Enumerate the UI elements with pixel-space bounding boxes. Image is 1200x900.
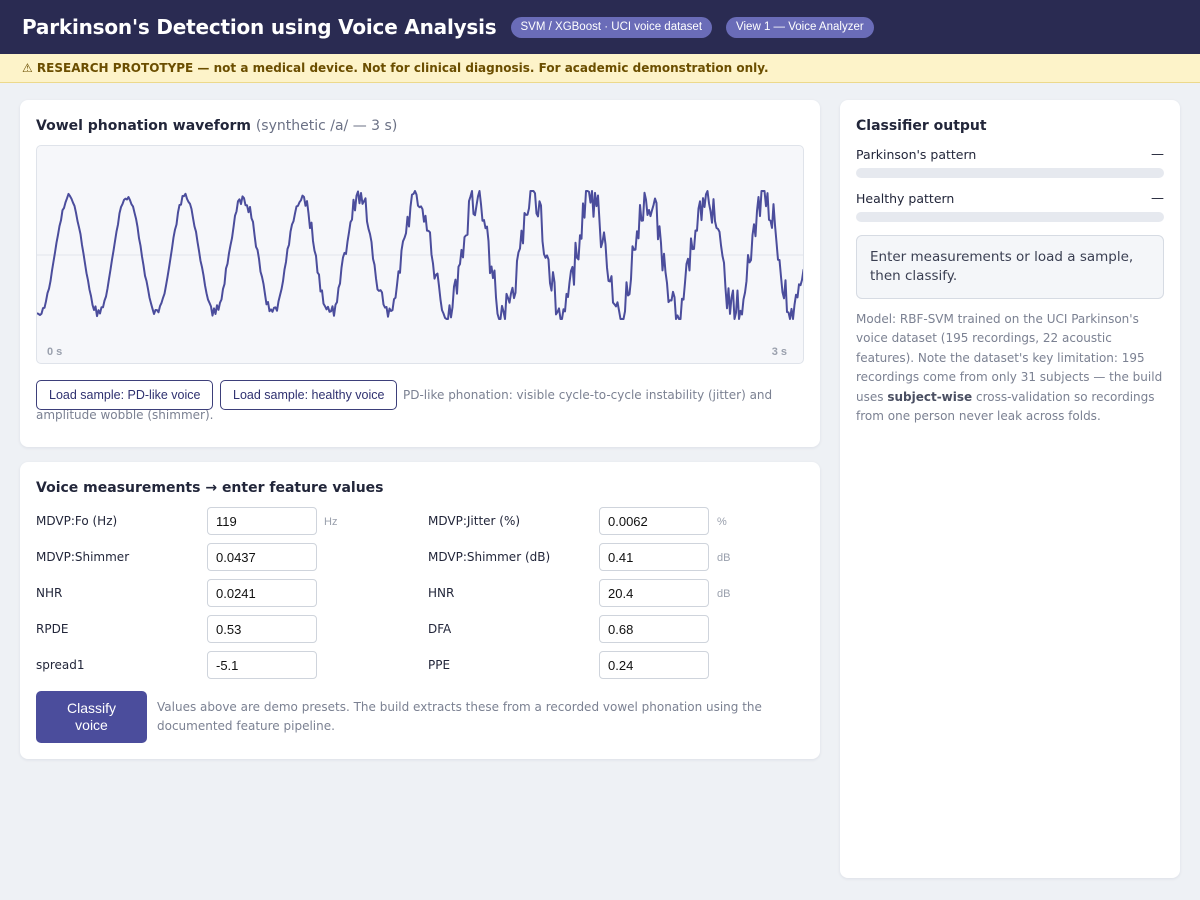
hnr-label: HNR (428, 586, 455, 600)
axis-end-label: 3 s (771, 346, 787, 358)
ppe-label: PPE (428, 658, 451, 672)
waveform-plot: 0 s 3 s (36, 145, 804, 364)
waveform-card: Vowel phonation waveform (synthetic /a/ … (20, 100, 820, 447)
dfa-input[interactable] (599, 615, 709, 643)
rpde-input[interactable] (207, 615, 317, 643)
shimmer-db-unit: dB (717, 552, 731, 564)
spread1-label: spread1 (36, 658, 85, 672)
pd-pattern-label: Parkinson's pattern (856, 147, 977, 162)
ppe-input[interactable] (599, 651, 709, 679)
research-disclaimer: ⚠ RESEARCH PROTOTYPE — not a medical dev… (0, 54, 1200, 83)
app-title: Parkinson's Detection using Voice Analys… (22, 15, 497, 39)
dfa-label: DFA (428, 622, 452, 636)
shimmer-db-label: MDVP:Shimmer (dB) (428, 550, 551, 564)
model-note: Model: RBF-SVM trained on the UCI Parkin… (856, 310, 1166, 426)
shimmer-input[interactable] (207, 543, 317, 571)
spread1-input[interactable] (207, 651, 317, 679)
jitter-unit: % (717, 516, 727, 528)
axis-start-label: 0 s (47, 346, 63, 358)
fo-input[interactable] (207, 507, 317, 535)
pd-pattern-value: — (1151, 147, 1164, 162)
healthy-pattern-label: Healthy pattern (856, 191, 955, 206)
measurements-card: Voice measurements → enter feature value… (20, 462, 820, 759)
shimmer-db-input[interactable] (599, 543, 709, 571)
output-title: Classifier output (856, 118, 987, 134)
healthy-pattern-value: — (1151, 191, 1164, 206)
classify-note: Values above are demo presets. The build… (157, 700, 762, 733)
model-badge: SVM / XGBoost · UCI voice dataset (510, 16, 713, 38)
view-badge: View 1 — Voice Analyzer (726, 16, 874, 38)
fo-unit: Hz (324, 516, 338, 528)
load-pd-sample-button[interactable]: Load sample: PD-like voice (36, 380, 214, 410)
waveform-subtitle: (synthetic /a/ — 3 s) (255, 118, 398, 134)
waveform-title: Vowel phonation waveform (synthetic /a/ … (36, 118, 397, 134)
top-bar: Parkinson's Detection using Voice Analys… (0, 0, 1200, 54)
result-message: Enter measurements or load a sample, the… (856, 235, 1164, 299)
classify-voice-button[interactable]: Classify voice (36, 691, 147, 743)
rpde-label: RPDE (36, 622, 69, 636)
jitter-input[interactable] (599, 507, 709, 535)
pd-pattern-bar (856, 168, 1164, 178)
healthy-pattern-bar (856, 212, 1164, 222)
hnr-input[interactable] (599, 579, 709, 607)
load-healthy-sample-button[interactable]: Load sample: healthy voice (220, 380, 398, 410)
hnr-unit: dB (717, 588, 731, 600)
fo-label: MDVP:Fo (Hz) (36, 514, 118, 528)
shimmer-label: MDVP:Shimmer (36, 550, 130, 564)
model-note-emphasis: subject-wise (887, 389, 973, 404)
measurements-title: Voice measurements → enter feature value… (36, 480, 384, 496)
waveform-title-text: Vowel phonation waveform (36, 118, 251, 134)
waveform-svg (37, 190, 803, 320)
nhr-input[interactable] (207, 579, 317, 607)
classifier-output-card: Classifier output Parkinson's pattern — … (840, 100, 1180, 878)
nhr-label: NHR (36, 586, 63, 600)
jitter-label: MDVP:Jitter (%) (428, 514, 521, 528)
